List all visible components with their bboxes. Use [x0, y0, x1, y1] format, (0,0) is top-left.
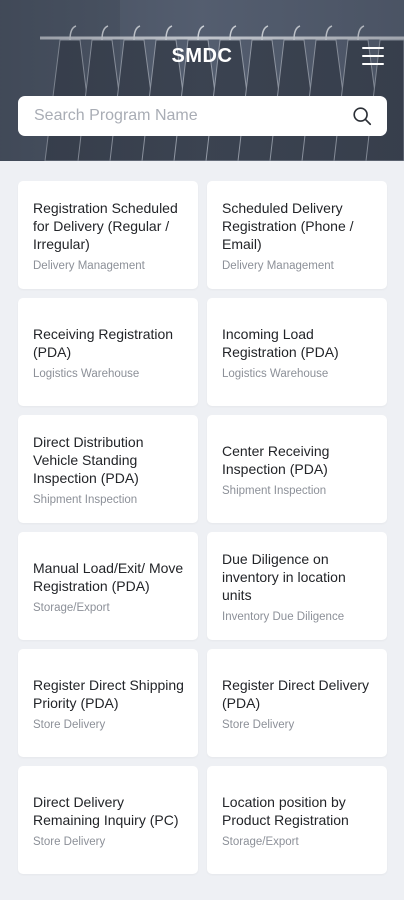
program-card[interactable]: Location position by Product Registratio…: [207, 766, 387, 874]
program-card[interactable]: Register Direct Delivery (PDA) Store Del…: [207, 649, 387, 757]
program-card[interactable]: Registration Scheduled for Delivery (Reg…: [18, 181, 198, 289]
program-category: Store Delivery: [33, 718, 106, 731]
program-title: Scheduled Delivery Registration (Phone /…: [222, 199, 354, 252]
program-card[interactable]: Direct Delivery Remaining Inquiry (PC) S…: [18, 766, 198, 874]
search-icon[interactable]: [351, 105, 373, 127]
program-card[interactable]: Manual Load/Exit/ Move Registration (PDA…: [18, 532, 198, 640]
program-category: Storage/Export: [33, 601, 110, 614]
program-grid: Registration Scheduled for Delivery (Reg…: [18, 181, 387, 874]
program-title: Registration Scheduled for Delivery (Reg…: [33, 199, 178, 252]
program-title: Direct Delivery Remaining Inquiry (PC): [33, 793, 179, 828]
program-title: Receiving Registration (PDA): [33, 325, 174, 360]
program-card[interactable]: Register Direct Shipping Priority (PDA) …: [18, 649, 198, 757]
program-title: Incoming Load Registration (PDA): [222, 325, 339, 360]
program-title: Due Diligence on inventory in location u…: [222, 550, 346, 603]
app-title: SMDC: [171, 45, 233, 67]
program-category: Logistics Warehouse: [222, 367, 329, 380]
program-title: Location position by Product Registratio…: [222, 793, 349, 828]
program-title: Register Direct Shipping Priority (PDA): [33, 676, 184, 711]
program-card[interactable]: Direct Distribution Vehicle Standing Ins…: [18, 415, 198, 523]
program-category: Storage/Export: [222, 835, 299, 848]
program-title: Center Receiving Inspection (PDA): [222, 442, 330, 477]
program-card[interactable]: Due Diligence on inventory in location u…: [207, 532, 387, 640]
search-input[interactable]: [34, 107, 351, 125]
program-title: Direct Distribution Vehicle Standing Ins…: [33, 433, 144, 486]
program-category: Shipment Inspection: [33, 493, 138, 506]
search-bar: [18, 96, 387, 136]
program-category: Delivery Management: [33, 259, 145, 272]
program-category: Inventory Due Diligence: [222, 610, 345, 623]
hamburger-menu-icon[interactable]: [362, 47, 384, 65]
program-category: Store Delivery: [222, 718, 295, 731]
program-card[interactable]: Incoming Load Registration (PDA) Logisti…: [207, 298, 387, 406]
program-category: Store Delivery: [33, 835, 106, 848]
program-category: Shipment Inspection: [222, 484, 327, 497]
program-card[interactable]: Center Receiving Inspection (PDA) Shipme…: [207, 415, 387, 523]
header-banner: SMDC: [0, 0, 404, 161]
program-category: Delivery Management: [222, 259, 334, 272]
program-title: Manual Load/Exit/ Move Registration (PDA…: [33, 559, 184, 594]
program-title: Register Direct Delivery (PDA): [222, 676, 370, 711]
program-card[interactable]: Receiving Registration (PDA) Logistics W…: [18, 298, 198, 406]
program-category: Logistics Warehouse: [33, 367, 140, 380]
program-card[interactable]: Scheduled Delivery Registration (Phone /…: [207, 181, 387, 289]
